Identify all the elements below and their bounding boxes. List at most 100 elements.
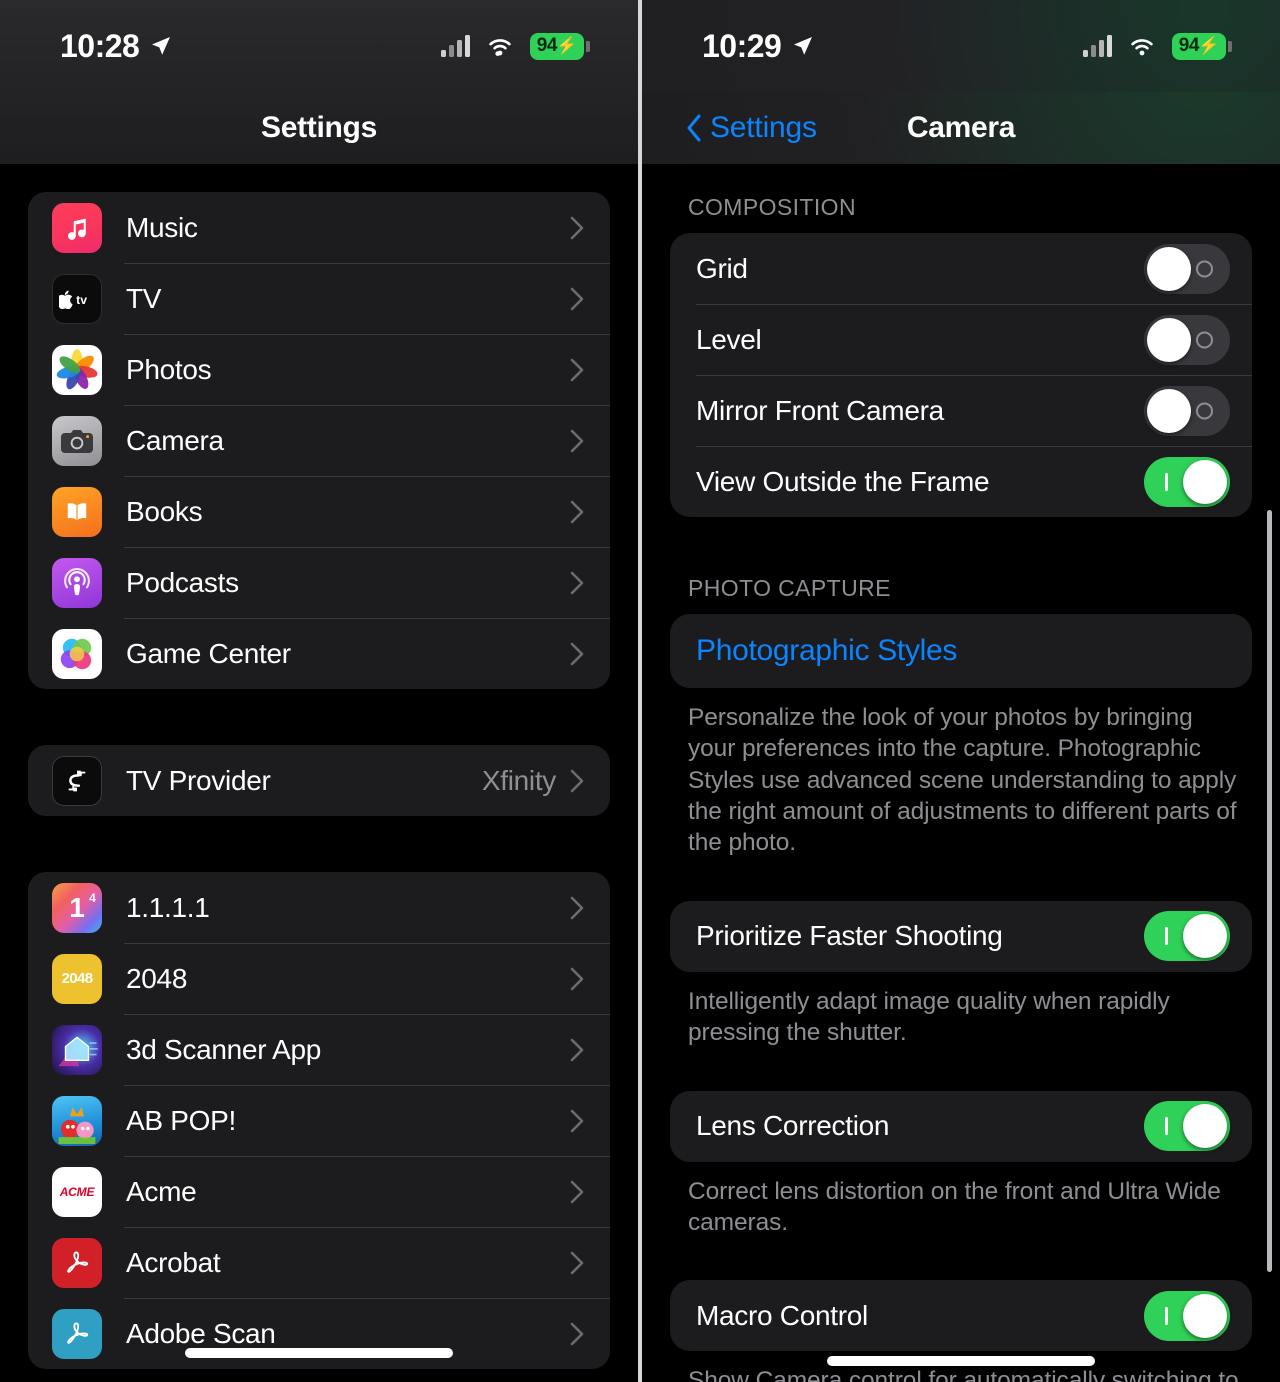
settings-row-value: Xfinity <box>481 764 556 796</box>
settings-row-music[interactable]: Music <box>28 192 610 263</box>
3d-scanner-app-icon <box>52 1024 102 1075</box>
toggle-label: Macro Control <box>696 1299 868 1331</box>
settings-row-label: Podcasts <box>126 566 239 598</box>
settings-row-books[interactable]: Books <box>28 476 610 547</box>
page-title: Settings <box>261 111 377 144</box>
mirror-front-camera-toggle[interactable] <box>1144 385 1230 436</box>
wifi-icon <box>1131 39 1153 56</box>
location-arrow-icon <box>152 37 171 55</box>
settings-row-1-1-1-1[interactable]: 14 1.1.1.1 <box>28 872 610 943</box>
battery-tip <box>1228 40 1232 52</box>
settings-row-label: 2048 <box>126 962 188 994</box>
settings-row-ab-pop[interactable]: AB POP! <box>28 1085 610 1156</box>
camera-app-icon <box>52 415 102 466</box>
settings-row-podcasts[interactable]: Podcasts <box>28 547 610 618</box>
chevron-right-icon <box>570 358 584 381</box>
settings-row-acrobat[interactable]: Acrobat <box>28 1227 610 1298</box>
settings-row-label: Music <box>126 211 198 243</box>
nav-bar-left: Settings <box>0 92 638 164</box>
macro-control-toggle[interactable] <box>1144 1290 1230 1341</box>
toggle-label: Grid <box>696 252 748 284</box>
toggle-row-lens-correction[interactable]: Lens Correction <box>670 1091 1252 1162</box>
status-bar-left: 10:28 94 ⚡ <box>0 0 638 92</box>
tv-app-icon: tv <box>52 273 102 324</box>
chevron-right-icon <box>570 1251 584 1274</box>
lens-correction-toggle[interactable] <box>1144 1101 1230 1152</box>
battery-body: 94 ⚡ <box>530 32 584 60</box>
toggle-row-mirror-front-camera[interactable]: Mirror Front Camera <box>670 375 1252 446</box>
toggle-knob <box>1183 1293 1227 1338</box>
toggle-on-marker <box>1165 1117 1168 1136</box>
one-one-one-one-app-icon: 14 <box>52 882 102 933</box>
chevron-right-icon <box>570 1109 584 1132</box>
toggle-knob <box>1147 317 1191 362</box>
settings-row-game-center[interactable]: Game Center <box>28 618 610 689</box>
one-four-glyph: 14 <box>69 890 96 923</box>
level-toggle[interactable] <box>1144 314 1230 365</box>
battery-indicator: 94 ⚡ <box>1172 32 1232 60</box>
toggle-on-marker <box>1165 927 1168 946</box>
dual-screenshot-stage: 10:28 94 ⚡ Settings Music tv TV Photos C… <box>0 0 1280 1382</box>
toggle-row-grid[interactable]: Grid <box>670 233 1252 304</box>
photographic-styles-label: Photographic Styles <box>696 634 958 667</box>
game-center-app-icon <box>52 628 102 679</box>
books-app-icon <box>52 486 102 537</box>
settings-row-photos[interactable]: Photos <box>28 334 610 405</box>
toggle-label: Mirror Front Camera <box>696 394 944 426</box>
settings-row-label: TV <box>126 282 162 314</box>
settings-row-label: Game Center <box>126 637 291 669</box>
settings-row-camera[interactable]: Camera <box>28 405 610 476</box>
home-indicator[interactable] <box>827 1356 1095 1366</box>
view-outside-the-frame-toggle[interactable] <box>1144 456 1230 507</box>
settings-row-3d-scanner-app[interactable]: 3d Scanner App <box>28 1014 610 1085</box>
toggle-off-marker <box>1196 260 1213 277</box>
settings-row-tv-provider[interactable]: TV Provider Xfinity <box>28 745 610 816</box>
chevron-right-icon <box>570 1038 584 1061</box>
chevron-right-icon <box>570 769 584 792</box>
cellular-signal-icon <box>441 35 470 57</box>
svg-text:tv: tv <box>76 292 87 306</box>
photographic-styles-row[interactable]: Photographic Styles <box>670 614 1252 688</box>
settings-row-adobe-scan[interactable]: Adobe Scan <box>28 1298 610 1369</box>
toggle-knob <box>1183 1104 1227 1149</box>
photographic-styles-footnote: Personalize the look of your photos by b… <box>688 704 1237 857</box>
status-bar-right-group: 94 ⚡ <box>441 32 590 60</box>
apple-apps-group: Music tv TV Photos Camera Books Podcasts… <box>28 192 610 689</box>
toggle-off-marker <box>1196 331 1213 348</box>
toggle-on-marker <box>1165 472 1168 491</box>
section-header-composition: COMPOSITION <box>688 194 856 220</box>
back-button-label: Settings <box>710 111 817 144</box>
photos-app-icon <box>52 344 102 395</box>
toggle-row-prioritize-faster-shooting[interactable]: Prioritize Faster Shooting <box>670 901 1252 972</box>
toggle-knob <box>1183 459 1227 504</box>
chevron-right-icon <box>570 967 584 990</box>
settings-row-label: Photos <box>126 353 212 385</box>
settings-list[interactable]: Music tv TV Photos Camera Books Podcasts… <box>0 164 638 1382</box>
toggle-row-macro-control[interactable]: Macro Control <box>670 1280 1252 1351</box>
toggle-row-view-outside-the-frame[interactable]: View Outside the Frame <box>670 446 1252 517</box>
right-phone-screen: 10:29 94 ⚡ Settings Camera COMPOSITION G… <box>642 0 1280 1382</box>
lightning-bolt-icon: ⚡ <box>556 36 578 55</box>
adobe-scan-app-icon <box>52 1308 102 1359</box>
grid-toggle[interactable] <box>1144 243 1230 294</box>
back-button[interactable]: Settings <box>686 111 817 145</box>
settings-row-acme[interactable]: ACME Acme <box>28 1156 610 1227</box>
chevron-right-icon <box>570 500 584 523</box>
status-bar-left-group: 10:29 <box>702 28 815 65</box>
settings-row-2048[interactable]: 2048 2048 <box>28 943 610 1014</box>
vertical-scrollbar[interactable] <box>1267 510 1272 1272</box>
home-indicator[interactable] <box>185 1348 453 1358</box>
toggle-knob <box>1147 246 1191 291</box>
chevron-left-icon <box>687 114 701 142</box>
toggle-knob <box>1183 914 1227 959</box>
toggle-row-level[interactable]: Level <box>670 304 1252 375</box>
settings-row-tv[interactable]: tv TV <box>28 263 610 334</box>
acme-app-icon: ACME <box>52 1166 102 1217</box>
prioritize-faster-shooting-footnote: Intelligently adapt image quality when r… <box>688 987 1170 1047</box>
camera-settings-list[interactable]: COMPOSITION Grid Level Mirror Front Came… <box>642 164 1280 1382</box>
left-phone-screen: 10:28 94 ⚡ Settings Music tv TV Photos C… <box>0 0 638 1382</box>
settings-row-label: Acrobat <box>126 1246 221 1278</box>
settings-row-label: Books <box>126 495 203 527</box>
prioritize-faster-shooting-toggle[interactable] <box>1144 911 1230 962</box>
